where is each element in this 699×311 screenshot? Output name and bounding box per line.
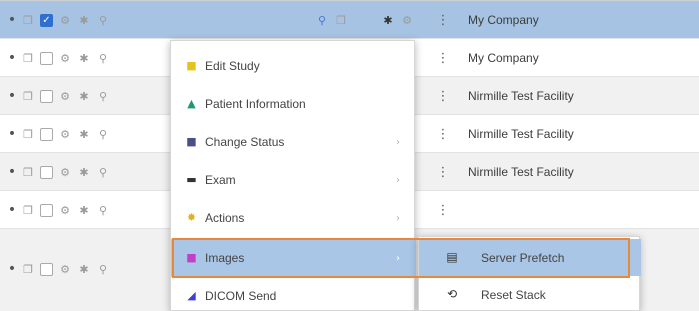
bullet-icon: •	[7, 12, 17, 28]
row-checkbox[interactable]: ✓	[40, 13, 53, 27]
asterisk-icon[interactable]: ✱	[77, 165, 91, 179]
copy-icon[interactable]: ❐	[21, 127, 35, 141]
gear-icon[interactable]: ⚙	[58, 165, 72, 179]
row-icons: • ❐ ⚙ ✱ ⚲	[0, 191, 115, 229]
menu-item-label: Change Status	[205, 135, 285, 149]
person-icon: ▲	[187, 97, 196, 110]
bullet-icon: •	[7, 202, 17, 218]
bullet-icon: •	[7, 164, 17, 180]
facility-cell: My Company	[468, 13, 539, 27]
link-icon[interactable]: ⚲	[96, 13, 110, 27]
copy-icon[interactable]: ❐	[334, 13, 348, 27]
menu-item-dicom-send[interactable]: ◢ DICOM Send	[171, 277, 416, 311]
gear-icon[interactable]: ⚙	[58, 262, 72, 276]
asterisk-icon[interactable]: ✱	[77, 262, 91, 276]
asterisk-icon[interactable]: ✱	[77, 51, 91, 65]
row-menu-icon[interactable]: ⋮	[434, 39, 452, 77]
image-icon: ■	[186, 251, 197, 264]
menu-item-label: DICOM Send	[205, 289, 277, 303]
row-icons: • ❐ ⚙ ✱ ⚲	[0, 250, 115, 288]
facility-cell: Nirmille Test Facility	[468, 165, 574, 179]
star-icon[interactable]: ✱	[381, 13, 395, 27]
bullet-icon: •	[7, 88, 17, 104]
row-checkbox[interactable]	[40, 89, 53, 103]
facility-cell: My Company	[468, 51, 539, 65]
chevron-right-icon: ›	[396, 136, 400, 148]
asterisk-icon[interactable]: ✱	[77, 203, 91, 217]
gear-icon[interactable]: ⚙	[58, 89, 72, 103]
row-icons: • ❐ ✓ ⚙ ✱ ⚲ ⚲ ❐ ✱ ⚙	[0, 1, 419, 39]
star-icon: ✸	[186, 211, 197, 224]
menu-item-actions[interactable]: ✸ Actions ›	[171, 199, 416, 237]
row-checkbox[interactable]	[40, 203, 53, 217]
status-icon: ■	[186, 135, 197, 148]
link-icon[interactable]: ⚲	[96, 89, 110, 103]
row-checkbox[interactable]	[40, 262, 53, 276]
link-icon[interactable]: ⚲	[96, 203, 110, 217]
menu-item-patient-information[interactable]: ▲ Patient Information	[171, 85, 416, 123]
submenu-item-label: Reset Stack	[481, 287, 546, 302]
row-icons: • ❐ ⚙ ✱ ⚲	[0, 115, 115, 153]
row-menu-icon[interactable]: ⋮	[434, 153, 452, 191]
copy-icon[interactable]: ❐	[21, 203, 35, 217]
row-checkbox[interactable]	[40, 165, 53, 179]
submenu-item-server-prefetch[interactable]: ▤ Server Prefetch	[419, 239, 641, 276]
edit-icon: ■	[186, 59, 197, 72]
gear-icon[interactable]: ⚙	[58, 13, 72, 27]
gear-icon[interactable]: ⚙	[58, 51, 72, 65]
menu-item-label: Patient Information	[205, 97, 306, 111]
facility-cell: Nirmille Test Facility	[468, 127, 574, 141]
link-icon[interactable]: ⚲	[96, 51, 110, 65]
gear-icon[interactable]: ⚙	[58, 203, 72, 217]
refresh-icon: ⟲	[446, 287, 458, 301]
menu-item-images[interactable]: ■ Images ›	[171, 239, 416, 277]
link-icon[interactable]: ⚲	[96, 165, 110, 179]
folder-icon: ▬	[186, 173, 197, 186]
bullet-icon: •	[7, 50, 17, 66]
row-menu-icon[interactable]: ⋮	[434, 77, 452, 115]
copy-icon[interactable]: ❐	[21, 51, 35, 65]
chevron-right-icon: ›	[396, 174, 400, 186]
table-row[interactable]: • ❐ ✓ ⚙ ✱ ⚲ ⚲ ❐ ✱ ⚙ ⋮ My Company	[0, 1, 699, 39]
gear-icon[interactable]: ⚙	[58, 127, 72, 141]
copy-icon[interactable]: ❐	[21, 13, 35, 27]
pin-icon[interactable]: ⚲	[315, 13, 329, 27]
chevron-right-icon: ›	[396, 252, 400, 264]
menu-item-change-status[interactable]: ■ Change Status ›	[171, 123, 416, 161]
asterisk-icon[interactable]: ✱	[77, 13, 91, 27]
submenu-item-reset-stack[interactable]: ⟲ Reset Stack	[419, 276, 641, 311]
link-icon[interactable]: ⚲	[96, 262, 110, 276]
menu-item-label: Edit Study	[205, 59, 260, 73]
row-checkbox[interactable]	[40, 127, 53, 141]
submenu-item-label: Server Prefetch	[481, 250, 565, 265]
facility-cell: Nirmille Test Facility	[468, 89, 574, 103]
row-menu-icon[interactable]: ⋮	[434, 191, 452, 229]
context-menu: ■ Edit Study ▲ Patient Information ■ Cha…	[170, 40, 416, 311]
row-icons: • ❐ ⚙ ✱ ⚲	[0, 77, 115, 115]
asterisk-icon[interactable]: ✱	[77, 89, 91, 103]
menu-item-label: Exam	[205, 173, 236, 187]
asterisk-icon[interactable]: ✱	[77, 127, 91, 141]
link-icon[interactable]: ⚲	[96, 127, 110, 141]
chevron-right-icon: ›	[396, 212, 400, 224]
copy-icon[interactable]: ❐	[21, 262, 35, 276]
copy-icon[interactable]: ❐	[21, 165, 35, 179]
row-checkbox[interactable]	[40, 51, 53, 65]
server-icon: ▤	[446, 250, 458, 264]
send-icon: ◢	[187, 289, 196, 302]
row-menu-icon[interactable]: ⋮	[434, 1, 452, 39]
bullet-icon: •	[7, 261, 17, 277]
row-icons: • ❐ ⚙ ✱ ⚲	[0, 39, 115, 77]
bullet-icon: •	[7, 126, 17, 142]
gear-icon[interactable]: ⚙	[400, 13, 414, 27]
copy-icon[interactable]: ❐	[21, 89, 35, 103]
menu-item-label: Images	[205, 251, 245, 265]
row-icons: • ❐ ⚙ ✱ ⚲	[0, 153, 115, 191]
images-submenu: ▤ Server Prefetch ⟲ Reset Stack	[418, 236, 641, 311]
menu-item-label: Actions	[205, 211, 245, 225]
menu-item-edit-study[interactable]: ■ Edit Study	[171, 47, 416, 85]
row-menu-icon[interactable]: ⋮	[434, 115, 452, 153]
menu-item-exam[interactable]: ▬ Exam ›	[171, 161, 416, 199]
